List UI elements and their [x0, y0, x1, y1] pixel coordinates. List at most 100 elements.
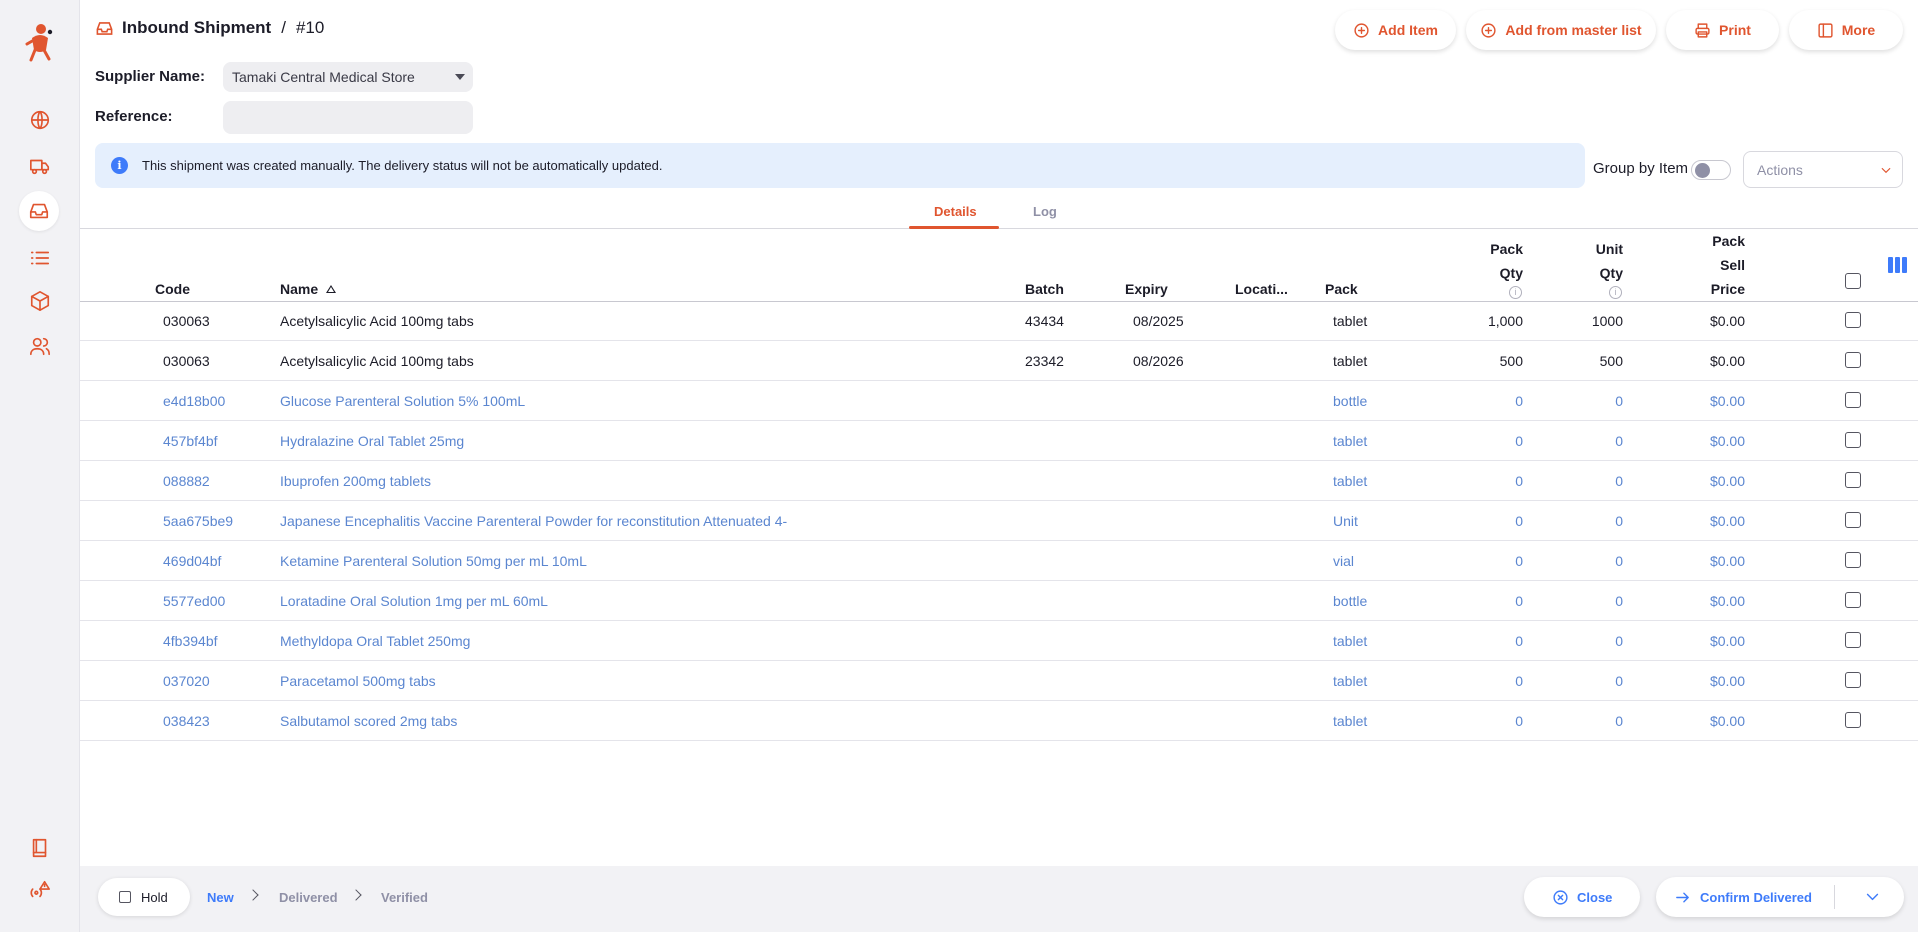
col-header-batch[interactable]: Batch — [1025, 277, 1064, 301]
hold-toggle[interactable]: Hold — [98, 878, 190, 916]
plus-circle-icon — [1354, 22, 1369, 38]
table-row[interactable]: 4fb394bf Methyldopa Oral Tablet 250mg tabl… — [80, 621, 1918, 661]
cell-name: Paracetamol 500mg tabs — [280, 673, 436, 689]
reference-input[interactable] — [223, 101, 473, 134]
app-logo[interactable] — [22, 20, 58, 66]
cell-name: Ibuprofen 200mg tablets — [280, 473, 431, 489]
printer-icon — [1695, 22, 1710, 38]
info-banner: i This shipment was created manually. Th… — [95, 143, 1585, 188]
table-row[interactable]: 469d04bf Ketamine Parenteral Solution 50m… — [80, 541, 1918, 581]
add-from-master-list-button[interactable]: Add from master list — [1466, 10, 1656, 50]
close-label: Close — [1577, 889, 1613, 905]
row-checkbox[interactable] — [1845, 472, 1861, 488]
chevron-down-icon[interactable] — [1864, 888, 1881, 905]
cell-pack: tablet — [1333, 713, 1368, 729]
cell-pack-sell-price: $0.00 — [1709, 593, 1745, 609]
hold-checkbox[interactable] — [119, 891, 131, 903]
cell-pack-sell-price: $0.00 — [1709, 313, 1745, 329]
col-header-pack-qty-line1[interactable]: Pack — [1460, 237, 1523, 261]
table-row[interactable]: 5aa675be9 Japanese Encephalitis Vaccine P… — [80, 501, 1918, 541]
cell-pack-qty: 0 — [1515, 593, 1523, 609]
cell-expiry: 08/2026 — [1133, 353, 1184, 369]
close-button[interactable]: Close — [1524, 877, 1640, 917]
cell-pack: tablet — [1333, 473, 1368, 489]
sync-alert-icon[interactable] — [22, 872, 58, 908]
table-row[interactable]: 038423 Salbutamol scored 2mg tabs tablet 0 0… — [80, 701, 1918, 741]
cell-pack-qty: 0 — [1515, 633, 1523, 649]
table-row[interactable]: 088882 Ibuprofen 200mg tablets tablet 0 0 $0.… — [80, 461, 1918, 501]
actions-dropdown[interactable]: Actions — [1743, 151, 1903, 188]
confirm-delivered-button[interactable]: Confirm Delivered — [1656, 877, 1904, 917]
chevron-down-icon — [1881, 167, 1891, 174]
table-row[interactable]: 037020 Paracetamol 500mg tabs tablet 0 0 $0.0… — [80, 661, 1918, 701]
column-picker-icon[interactable] — [1888, 257, 1908, 273]
status-step-verified: Verified — [381, 890, 428, 905]
tab-details[interactable]: Details — [934, 204, 977, 219]
row-checkbox[interactable] — [1845, 552, 1861, 568]
row-checkbox[interactable] — [1845, 352, 1861, 368]
docs-book-icon[interactable] — [22, 830, 58, 866]
col-header-price-line1[interactable]: Pack — [1680, 229, 1745, 253]
dashboard-globe-icon[interactable] — [22, 102, 58, 138]
patients-users-icon[interactable] — [22, 328, 58, 364]
catalogue-list-icon[interactable] — [22, 240, 58, 276]
add-from-master-list-label: Add from master list — [1505, 22, 1642, 38]
arrow-right-icon — [1676, 892, 1689, 902]
more-button[interactable]: More — [1789, 10, 1903, 50]
supplier-select[interactable]: Tamaki Central Medical Store — [223, 62, 473, 92]
row-checkbox[interactable] — [1845, 432, 1861, 448]
cell-unit-qty: 0 — [1615, 593, 1623, 609]
cell-unit-qty: 500 — [1599, 353, 1623, 369]
row-checkbox[interactable] — [1845, 672, 1861, 688]
col-header-price-line3[interactable]: Price — [1680, 277, 1745, 301]
cell-name: Acetylsalicylic Acid 100mg tabs — [280, 353, 474, 369]
table-row[interactable]: 5577ed00 Loratadine Oral Solution 1mg per… — [80, 581, 1918, 621]
row-checkbox[interactable] — [1845, 632, 1861, 648]
unit-qty-info-icon[interactable]: i — [1609, 286, 1622, 299]
cell-batch: 23342 — [1025, 353, 1064, 369]
print-button[interactable]: Print — [1666, 10, 1779, 50]
select-all-checkbox[interactable] — [1845, 273, 1861, 289]
cell-name: Acetylsalicylic Acid 100mg tabs — [280, 313, 474, 329]
table-row[interactable]: e4d18b00 Glucose Parenteral Solution 5% 1… — [80, 381, 1918, 421]
col-header-code[interactable]: Code — [155, 277, 190, 301]
pack-qty-info-icon[interactable]: i — [1509, 286, 1522, 299]
cell-pack-qty: 0 — [1515, 473, 1523, 489]
row-checkbox[interactable] — [1845, 712, 1861, 728]
replenishment-inbox-icon[interactable] — [19, 191, 59, 231]
col-header-expiry[interactable]: Expiry — [1125, 277, 1168, 301]
cell-code: 030063 — [163, 353, 210, 369]
banner-text: This shipment was created manually. The … — [142, 158, 663, 173]
table-row[interactable]: 030063 Acetylsalicylic Acid 100mg tabs 434… — [80, 301, 1918, 341]
inbound-inbox-icon — [96, 21, 113, 35]
inventory-box-icon[interactable] — [22, 283, 58, 319]
cell-pack-qty: 1,000 — [1487, 313, 1523, 329]
col-header-pack-qty-line2[interactable]: Qty — [1460, 261, 1523, 285]
info-icon: i — [111, 157, 128, 174]
add-item-button[interactable]: Add Item — [1335, 10, 1456, 50]
col-header-price-line2[interactable]: Sell — [1680, 253, 1745, 277]
col-header-unit-qty-line2[interactable]: Qty — [1560, 261, 1623, 285]
confirm-delivered-label: Confirm Delivered — [1700, 889, 1812, 905]
cell-code: 088882 — [163, 473, 210, 489]
tab-log[interactable]: Log — [1033, 204, 1057, 219]
cell-pack-sell-price: $0.00 — [1709, 353, 1745, 369]
table-row[interactable]: 457bf4bf Hydralazine Oral Tablet 25mg tabl… — [80, 421, 1918, 461]
row-checkbox[interactable] — [1845, 592, 1861, 608]
row-checkbox[interactable] — [1845, 312, 1861, 328]
cell-pack-qty: 0 — [1515, 673, 1523, 689]
distribution-truck-icon[interactable] — [22, 148, 58, 184]
col-header-pack[interactable]: Pack — [1325, 277, 1358, 301]
row-checkbox[interactable] — [1845, 392, 1861, 408]
table-row[interactable]: 030063 Acetylsalicylic Acid 100mg tabs 233… — [80, 341, 1918, 381]
sort-ascending-icon — [326, 285, 337, 293]
cell-pack-sell-price: $0.00 — [1709, 673, 1745, 689]
row-checkbox[interactable] — [1845, 512, 1861, 528]
col-header-location[interactable]: Locati... — [1235, 277, 1288, 301]
cell-pack: tablet — [1333, 433, 1368, 449]
cell-pack-qty: 0 — [1515, 713, 1523, 729]
col-header-unit-qty-line1[interactable]: Unit — [1560, 237, 1623, 261]
group-by-item-toggle[interactable] — [1691, 160, 1731, 180]
cell-name: Salbutamol scored 2mg tabs — [280, 713, 458, 729]
col-header-name[interactable]: Name — [280, 277, 337, 301]
